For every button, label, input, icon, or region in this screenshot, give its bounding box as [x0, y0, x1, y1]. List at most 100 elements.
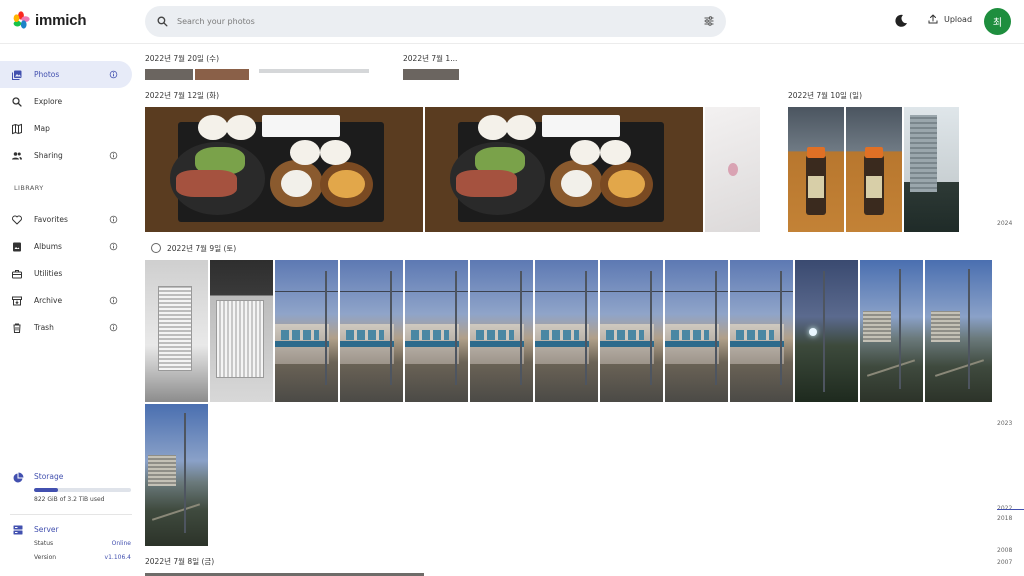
sidebar-item-label: Favorites	[34, 215, 68, 224]
photo-thumbnail[interactable]	[904, 107, 959, 232]
date-group-title: 2022년 7월 1...	[403, 54, 458, 63]
select-group-checkbox[interactable]	[151, 243, 161, 253]
sidebar-item-label: Albums	[34, 242, 62, 251]
sidebar-item-utilities[interactable]: Utilities	[0, 260, 132, 287]
photo-thumbnail[interactable]	[730, 260, 793, 402]
photo-thumbnail[interactable]	[665, 260, 728, 402]
scrubber-year-label[interactable]: 2007	[997, 559, 1012, 566]
date-group-title: 2022년 7월 20일 (수)	[145, 54, 220, 63]
info-icon[interactable]	[109, 242, 118, 251]
immich-logo-icon	[13, 11, 30, 29]
app-name: immich	[35, 11, 87, 29]
sidebar-item-archive[interactable]: Archive	[0, 287, 132, 314]
library-section-label: LIBRARY	[14, 184, 44, 192]
app-logo[interactable]: immich	[12, 11, 87, 29]
server-version-label: Version	[34, 554, 57, 561]
info-icon[interactable]	[109, 323, 118, 332]
timeline-scrubber[interactable]: 2024 2023 2022 2018 2008 2007	[994, 44, 1024, 576]
photo-thumbnail[interactable]	[928, 260, 992, 402]
immich-app: immich Upload	[0, 0, 1024, 576]
theme-toggle-moon-icon[interactable]	[893, 13, 909, 29]
server-status-label: Status	[34, 540, 54, 547]
photo-thumbnail[interactable]	[259, 69, 369, 73]
user-avatar[interactable]: 최	[984, 8, 1011, 35]
storage-usage-bar	[34, 488, 131, 492]
photo-thumbnail[interactable]	[145, 107, 423, 232]
search-icon[interactable]	[156, 15, 169, 28]
photo-thumbnail[interactable]	[470, 260, 533, 402]
photo-thumbnail[interactable]	[705, 107, 760, 232]
upload-icon	[928, 14, 938, 24]
info-icon[interactable]	[109, 296, 118, 305]
date-group-title: 2022년 7월 10일 (일)	[788, 91, 863, 100]
upload-label: Upload	[944, 14, 973, 24]
scrubber-year-label[interactable]: 2024	[997, 220, 1012, 227]
sidebar-item-albums[interactable]: Albums	[0, 233, 132, 260]
photo-thumbnail[interactable]	[340, 260, 403, 402]
photo-thumbnail[interactable]	[425, 107, 703, 232]
sidebar-item-label: Photos	[34, 70, 60, 79]
storage-usage-text: 822 GiB of 3.2 TiB used	[34, 496, 105, 503]
magnify-icon	[12, 96, 22, 107]
account-multiple-icon	[12, 151, 22, 159]
photo-thumbnail[interactable]	[405, 260, 468, 402]
server-status-value: Online	[111, 540, 131, 547]
archive-icon	[12, 296, 22, 305]
photo-thumbnail[interactable]	[600, 260, 663, 402]
photos-icon	[12, 70, 22, 80]
sidebar-item-map[interactable]: Map	[0, 115, 132, 142]
info-icon[interactable]	[109, 70, 118, 79]
photo-thumbnail[interactable]	[860, 260, 923, 402]
info-icon[interactable]	[109, 215, 118, 224]
trash-icon	[13, 323, 21, 333]
chart-pie-icon	[13, 472, 24, 483]
photo-timeline: 2022년 7월 20일 (수) 2022년 7월 1... 2022년 7월 …	[140, 44, 1024, 576]
info-icon[interactable]	[109, 151, 118, 160]
scrubber-year-label[interactable]: 2008	[997, 547, 1012, 554]
sidebar-item-label: Explore	[34, 97, 63, 106]
scrubber-year-label[interactable]: 2023	[997, 420, 1012, 427]
photo-thumbnail[interactable]	[195, 69, 249, 80]
sidebar-item-label: Map	[34, 124, 50, 133]
server-status-row: Status Online	[34, 540, 131, 547]
server-version-row: Version v1.106.4	[34, 554, 131, 561]
server-version-value[interactable]: v1.106.4	[105, 554, 131, 561]
top-bar: immich Upload	[0, 0, 1024, 44]
search-bar[interactable]	[145, 6, 726, 37]
photo-thumbnail[interactable]	[145, 260, 208, 402]
photo-thumbnail[interactable]	[788, 107, 844, 232]
sidebar: Photos Explore Map Sharing LIBRARY Favor…	[0, 44, 140, 576]
sidebar-item-photos[interactable]: Photos	[0, 61, 132, 88]
map-icon	[12, 123, 22, 134]
date-group-title: 2022년 7월 9일 (토)	[167, 244, 237, 253]
photo-thumbnail[interactable]	[275, 260, 338, 402]
sidebar-item-sharing[interactable]: Sharing	[0, 142, 132, 169]
scrubber-position-marker[interactable]	[997, 509, 1024, 510]
upload-button[interactable]: Upload	[927, 13, 972, 25]
photo-thumbnail[interactable]	[535, 260, 598, 402]
sidebar-divider	[10, 514, 132, 515]
photo-thumbnail[interactable]	[145, 404, 208, 546]
storage-usage-fill	[34, 488, 59, 492]
sidebar-item-favorites[interactable]: Favorites	[0, 206, 132, 233]
sidebar-item-explore[interactable]: Explore	[0, 88, 132, 115]
server-icon	[13, 525, 23, 535]
photo-thumbnail[interactable]	[145, 69, 193, 80]
date-group-title: 2022년 7월 8일 (금)	[145, 557, 215, 566]
server-title: Server	[34, 525, 59, 534]
search-input[interactable]	[177, 12, 657, 31]
storage-title: Storage	[34, 472, 64, 481]
album-icon	[13, 242, 21, 251]
search-options-icon[interactable]	[703, 15, 715, 27]
photo-thumbnail[interactable]	[403, 69, 459, 80]
sidebar-item-trash[interactable]: Trash	[0, 314, 132, 341]
photo-thumbnail[interactable]	[210, 260, 273, 402]
sidebar-item-label: Archive	[34, 296, 63, 305]
photo-thumbnail[interactable]	[846, 107, 902, 232]
sidebar-item-label: Sharing	[34, 151, 63, 160]
sidebar-item-label: Trash	[34, 323, 54, 332]
scrubber-year-label[interactable]: 2018	[997, 515, 1012, 522]
date-group-title: 2022년 7월 12일 (화)	[145, 91, 220, 100]
sidebar-item-label: Utilities	[34, 269, 63, 278]
photo-thumbnail[interactable]	[795, 260, 858, 402]
